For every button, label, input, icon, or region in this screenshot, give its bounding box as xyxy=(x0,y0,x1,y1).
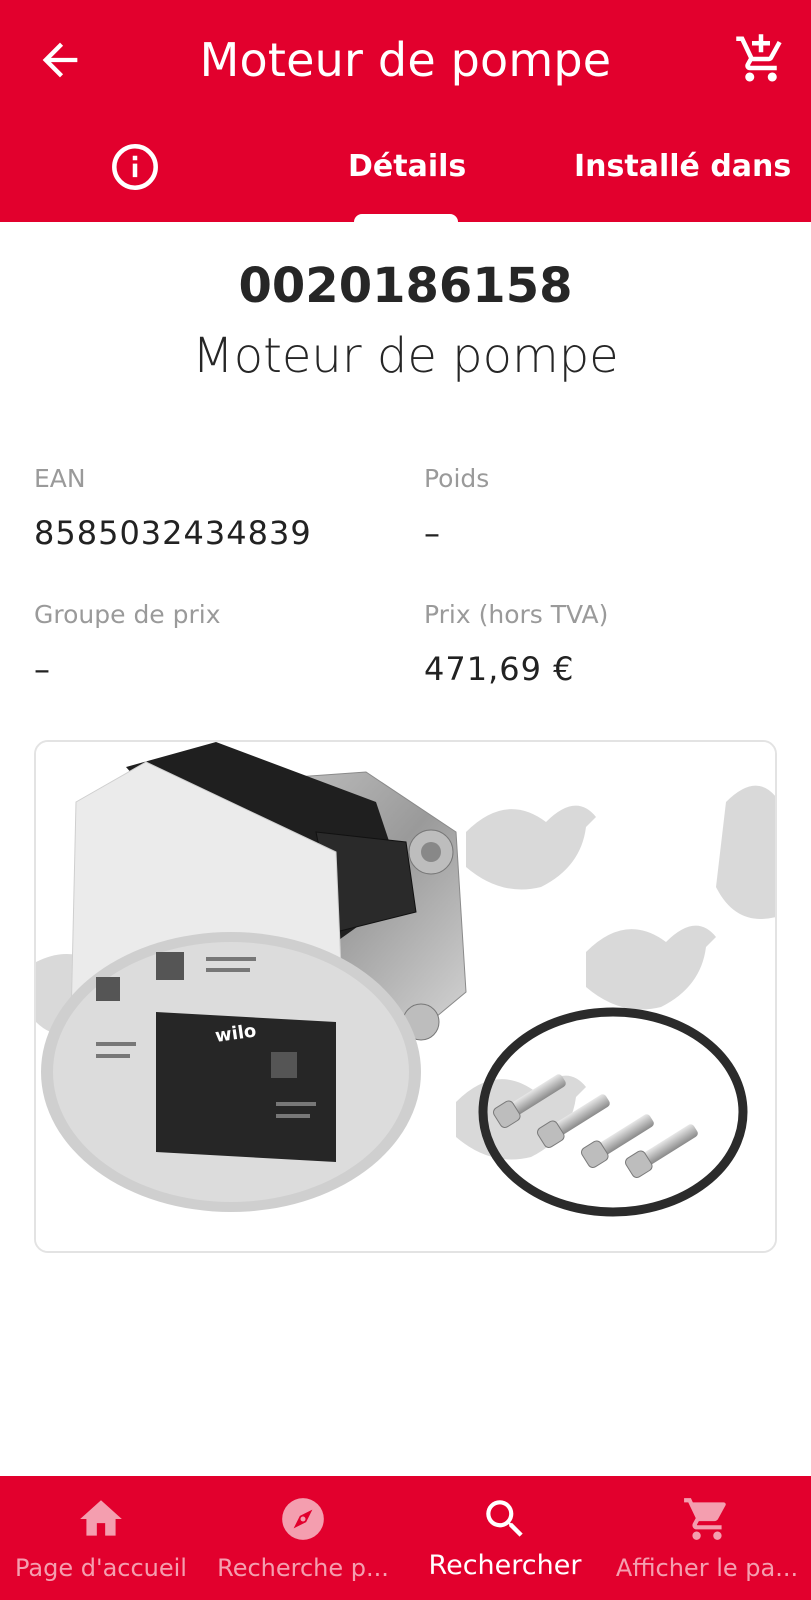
cart-icon xyxy=(684,1498,726,1540)
price-label: Prix (hors TVA) xyxy=(424,600,609,629)
home-icon xyxy=(80,1500,122,1536)
product-image: wilo xyxy=(36,742,775,1251)
back-button[interactable] xyxy=(34,34,86,86)
price-value: 471,69 € xyxy=(424,650,575,688)
nav-label-cart: Afficher le pa... xyxy=(615,1554,799,1582)
search-icon xyxy=(486,1500,523,1537)
page-title: Moteur de pompe xyxy=(199,33,612,87)
bottom-navigation: Page d'accueil Recherche p... Rechercher… xyxy=(0,1476,811,1600)
nav-item-home[interactable]: Page d'accueil xyxy=(0,1476,202,1600)
tab-details[interactable]: Détails xyxy=(348,142,466,192)
active-tab-indicator xyxy=(354,214,458,224)
part-number: 0020186158 xyxy=(238,258,573,314)
part-name: Moteur de pompe xyxy=(192,328,619,384)
nav-item-search[interactable]: Rechercher xyxy=(404,1476,606,1600)
ean-label: EAN xyxy=(34,464,86,493)
tab-info[interactable] xyxy=(108,140,162,194)
tab-installed-in[interactable]: Installé dans xyxy=(574,142,791,192)
add-to-cart-icon xyxy=(736,34,782,82)
nav-label-home: Page d'accueil xyxy=(15,1554,187,1582)
add-to-cart-button[interactable] xyxy=(734,32,788,86)
compass-icon xyxy=(282,1498,324,1540)
nav-label-search: Rechercher xyxy=(428,1550,582,1581)
price-group-label: Groupe de prix xyxy=(34,600,221,629)
arrow-back-icon xyxy=(42,42,78,78)
nav-item-cart[interactable]: Afficher le pa... xyxy=(606,1476,808,1600)
price-group-value: – xyxy=(34,650,51,688)
weight-label: Poids xyxy=(424,464,490,493)
nav-label-explore: Recherche p... xyxy=(217,1554,389,1582)
weight-value: – xyxy=(424,514,441,552)
product-image-card[interactable]: wilo xyxy=(34,740,777,1253)
info-icon xyxy=(112,144,158,190)
ean-value: 8585032434839 xyxy=(34,514,312,552)
app-bar: Moteur de pompe Détails Installé dans xyxy=(0,0,811,224)
nav-item-explore[interactable]: Recherche p... xyxy=(202,1476,404,1600)
